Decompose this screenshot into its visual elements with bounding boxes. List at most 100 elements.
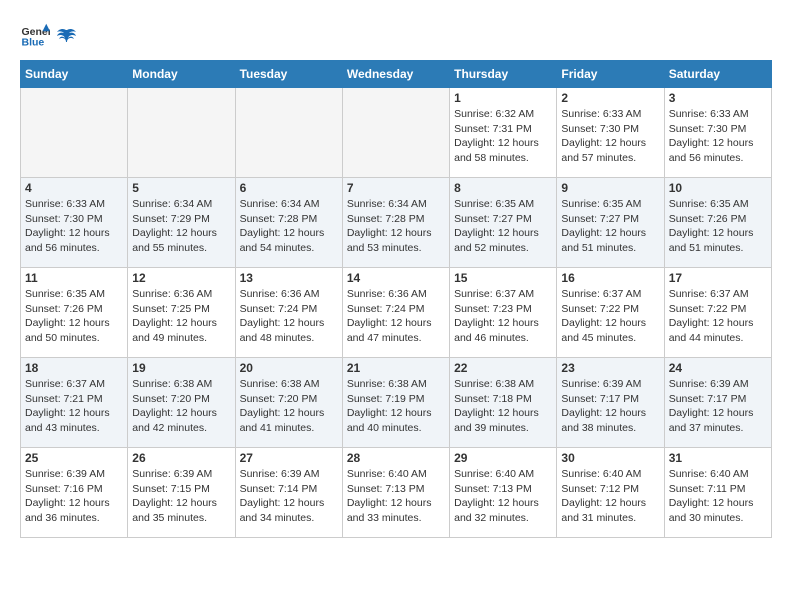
calendar-day-cell: 20Sunrise: 6:38 AMSunset: 7:20 PMDayligh… bbox=[235, 358, 342, 448]
day-info: Sunrise: 6:40 AMSunset: 7:12 PMDaylight:… bbox=[561, 467, 659, 526]
calendar-day-cell: 28 Sunrise: 6:40 AMSunset: 7:13 PMDayligh… bbox=[342, 448, 449, 538]
calendar-day-cell: 27 Sunrise: 6:39 AMSunset: 7:14 PMDayligh… bbox=[235, 448, 342, 538]
day-info: Sunrise: 6:34 AMSunset: 7:28 PMDaylight:… bbox=[347, 197, 445, 256]
day-number: 16 bbox=[561, 271, 659, 285]
calendar-week-row: 4 Sunrise: 6:33 AMSunset: 7:30 PMDaylight… bbox=[21, 178, 772, 268]
calendar-day-cell: 7 Sunrise: 6:34 AMSunset: 7:28 PMDaylight… bbox=[342, 178, 449, 268]
day-number: 18 bbox=[25, 361, 123, 375]
day-info: Sunrise: 6:34 AMSunset: 7:29 PMDaylight:… bbox=[132, 197, 230, 256]
calendar-day-cell: 25Sunrise: 6:39 AMSunset: 7:16 PMDayligh… bbox=[21, 448, 128, 538]
calendar-day-cell: 12 Sunrise: 6:36 AMSunset: 7:25 PMDayligh… bbox=[128, 268, 235, 358]
day-info: Sunrise: 6:35 AMSunset: 7:26 PMDaylight:… bbox=[669, 197, 767, 256]
calendar-day-cell: 24 Sunrise: 6:39 AMSunset: 7:17 PMDayligh… bbox=[664, 358, 771, 448]
day-info: Sunrise: 6:40 AMSunset: 7:11 PMDaylight:… bbox=[669, 467, 767, 526]
day-number: 8 bbox=[454, 181, 552, 195]
calendar-day-cell: 13 Sunrise: 6:36 AMSunset: 7:24 PMDayligh… bbox=[235, 268, 342, 358]
day-number: 23 bbox=[561, 361, 659, 375]
day-number: 17 bbox=[669, 271, 767, 285]
day-info: Sunrise: 6:36 AMSunset: 7:24 PMDaylight:… bbox=[347, 287, 445, 346]
calendar-day-cell: 16Sunrise: 6:37 AMSunset: 7:22 PMDayligh… bbox=[557, 268, 664, 358]
calendar-week-row: 11 Sunrise: 6:35 AMSunset: 7:26 PMDayligh… bbox=[21, 268, 772, 358]
day-info: Sunrise: 6:39 AMSunset: 7:14 PMDaylight:… bbox=[240, 467, 338, 526]
calendar-day-cell: 14 Sunrise: 6:36 AMSunset: 7:24 PMDayligh… bbox=[342, 268, 449, 358]
day-number: 1 bbox=[454, 91, 552, 105]
calendar-day-cell bbox=[21, 88, 128, 178]
day-number: 12 bbox=[132, 271, 230, 285]
day-number: 9 bbox=[561, 181, 659, 195]
day-info: Sunrise: 6:35 AMSunset: 7:27 PMDaylight:… bbox=[561, 197, 659, 256]
day-info: Sunrise: 6:33 AMSunset: 7:30 PMDaylight:… bbox=[561, 107, 659, 166]
calendar-day-cell: 19 Sunrise: 6:38 AMSunset: 7:20 PMDayligh… bbox=[128, 358, 235, 448]
day-info: Sunrise: 6:39 AMSunset: 7:16 PMDaylight:… bbox=[25, 467, 123, 526]
day-number: 11 bbox=[25, 271, 123, 285]
day-info: Sunrise: 6:37 AMSunset: 7:21 PMDaylight:… bbox=[25, 377, 123, 436]
day-number: 27 bbox=[240, 451, 338, 465]
calendar-week-row: 1 Sunrise: 6:32 AMSunset: 7:31 PMDaylight… bbox=[21, 88, 772, 178]
day-info: Sunrise: 6:36 AMSunset: 7:25 PMDaylight:… bbox=[132, 287, 230, 346]
day-info: Sunrise: 6:40 AMSunset: 7:13 PMDaylight:… bbox=[347, 467, 445, 526]
calendar-week-row: 18 Sunrise: 6:37 AMSunset: 7:21 PMDayligh… bbox=[21, 358, 772, 448]
calendar-day-cell: 31 Sunrise: 6:40 AMSunset: 7:11 PMDayligh… bbox=[664, 448, 771, 538]
day-number: 22 bbox=[454, 361, 552, 375]
day-number: 15 bbox=[454, 271, 552, 285]
day-number: 19 bbox=[132, 361, 230, 375]
day-number: 29 bbox=[454, 451, 552, 465]
calendar-day-cell: 1 Sunrise: 6:32 AMSunset: 7:31 PMDaylight… bbox=[450, 88, 557, 178]
calendar-day-cell: 10Sunrise: 6:35 AMSunset: 7:26 PMDayligh… bbox=[664, 178, 771, 268]
calendar-day-cell bbox=[235, 88, 342, 178]
day-info: Sunrise: 6:40 AMSunset: 7:13 PMDaylight:… bbox=[454, 467, 552, 526]
day-info: Sunrise: 6:37 AMSunset: 7:22 PMDaylight:… bbox=[669, 287, 767, 346]
logo-icon: General Blue bbox=[20, 20, 50, 50]
day-info: Sunrise: 6:33 AMSunset: 7:30 PMDaylight:… bbox=[669, 107, 767, 166]
calendar-day-cell: 11 Sunrise: 6:35 AMSunset: 7:26 PMDayligh… bbox=[21, 268, 128, 358]
weekday-header-row: SundayMondayTuesdayWednesdayThursdayFrid… bbox=[21, 61, 772, 88]
day-info: Sunrise: 6:37 AMSunset: 7:23 PMDaylight:… bbox=[454, 287, 552, 346]
calendar-day-cell: 30 Sunrise: 6:40 AMSunset: 7:12 PMDayligh… bbox=[557, 448, 664, 538]
calendar-day-cell: 6Sunrise: 6:34 AMSunset: 7:28 PMDaylight… bbox=[235, 178, 342, 268]
weekday-header-monday: Monday bbox=[128, 61, 235, 88]
day-number: 7 bbox=[347, 181, 445, 195]
calendar-day-cell: 18 Sunrise: 6:37 AMSunset: 7:21 PMDayligh… bbox=[21, 358, 128, 448]
day-number: 24 bbox=[669, 361, 767, 375]
day-number: 30 bbox=[561, 451, 659, 465]
logo: General Blue bbox=[20, 20, 78, 50]
day-number: 21 bbox=[347, 361, 445, 375]
day-info: Sunrise: 6:38 AMSunset: 7:19 PMDaylight:… bbox=[347, 377, 445, 436]
header: General Blue bbox=[20, 20, 772, 50]
weekday-header-wednesday: Wednesday bbox=[342, 61, 449, 88]
day-number: 13 bbox=[240, 271, 338, 285]
calendar-day-cell: 15 Sunrise: 6:37 AMSunset: 7:23 PMDayligh… bbox=[450, 268, 557, 358]
day-info: Sunrise: 6:38 AMSunset: 7:20 PMDaylight:… bbox=[132, 377, 230, 436]
calendar-day-cell: 17 Sunrise: 6:37 AMSunset: 7:22 PMDayligh… bbox=[664, 268, 771, 358]
calendar-table: SundayMondayTuesdayWednesdayThursdayFrid… bbox=[20, 60, 772, 538]
day-info: Sunrise: 6:35 AMSunset: 7:27 PMDaylight:… bbox=[454, 197, 552, 256]
weekday-header-thursday: Thursday bbox=[450, 61, 557, 88]
day-number: 31 bbox=[669, 451, 767, 465]
day-info: Sunrise: 6:36 AMSunset: 7:24 PMDaylight:… bbox=[240, 287, 338, 346]
day-number: 26 bbox=[132, 451, 230, 465]
day-number: 2 bbox=[561, 91, 659, 105]
calendar-day-cell: 4 Sunrise: 6:33 AMSunset: 7:30 PMDaylight… bbox=[21, 178, 128, 268]
day-info: Sunrise: 6:35 AMSunset: 7:26 PMDaylight:… bbox=[25, 287, 123, 346]
weekday-header-sunday: Sunday bbox=[21, 61, 128, 88]
calendar-day-cell: 5Sunrise: 6:34 AMSunset: 7:29 PMDaylight… bbox=[128, 178, 235, 268]
day-info: Sunrise: 6:39 AMSunset: 7:17 PMDaylight:… bbox=[669, 377, 767, 436]
day-number: 4 bbox=[25, 181, 123, 195]
day-info: Sunrise: 6:33 AMSunset: 7:30 PMDaylight:… bbox=[25, 197, 123, 256]
day-number: 14 bbox=[347, 271, 445, 285]
calendar-day-cell: 21 Sunrise: 6:38 AMSunset: 7:19 PMDayligh… bbox=[342, 358, 449, 448]
day-number: 3 bbox=[669, 91, 767, 105]
calendar-day-cell: 22 Sunrise: 6:38 AMSunset: 7:18 PMDayligh… bbox=[450, 358, 557, 448]
day-info: Sunrise: 6:39 AMSunset: 7:17 PMDaylight:… bbox=[561, 377, 659, 436]
day-number: 28 bbox=[347, 451, 445, 465]
day-info: Sunrise: 6:34 AMSunset: 7:28 PMDaylight:… bbox=[240, 197, 338, 256]
logo-bird-icon bbox=[56, 26, 78, 48]
day-info: Sunrise: 6:38 AMSunset: 7:20 PMDaylight:… bbox=[240, 377, 338, 436]
weekday-header-friday: Friday bbox=[557, 61, 664, 88]
weekday-header-saturday: Saturday bbox=[664, 61, 771, 88]
calendar-day-cell: 26Sunrise: 6:39 AMSunset: 7:15 PMDayligh… bbox=[128, 448, 235, 538]
calendar-day-cell bbox=[128, 88, 235, 178]
day-info: Sunrise: 6:38 AMSunset: 7:18 PMDaylight:… bbox=[454, 377, 552, 436]
day-info: Sunrise: 6:32 AMSunset: 7:31 PMDaylight:… bbox=[454, 107, 552, 166]
calendar-week-row: 25Sunrise: 6:39 AMSunset: 7:16 PMDayligh… bbox=[21, 448, 772, 538]
